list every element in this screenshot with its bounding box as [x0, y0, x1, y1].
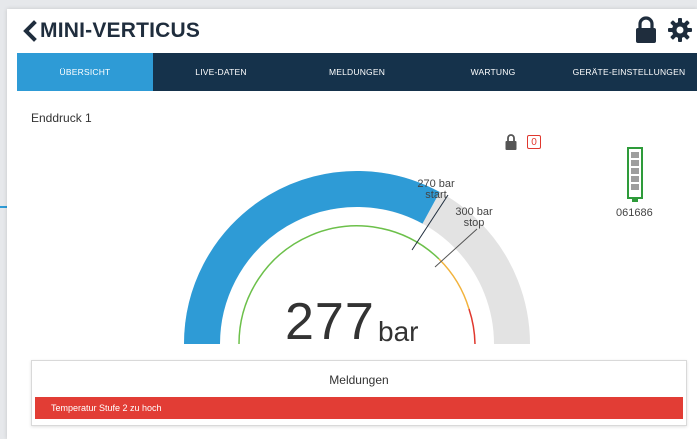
app-window: MINI-VERTICUS Übersicht Live-Daten Meldu… — [7, 9, 697, 439]
lock-icon[interactable] — [504, 133, 518, 151]
gauge-inner-amber — [438, 258, 470, 310]
stop-marker-label: 300 bar stop — [449, 207, 499, 229]
pressure-unit: bar — [378, 316, 419, 347]
messages-panel: Meldungen Temperatur Stufe 2 zu hoch — [31, 360, 687, 426]
gauge-inner-red — [468, 308, 476, 345]
messages-title: Meldungen — [329, 373, 389, 387]
start-marker-text: start — [425, 189, 447, 201]
device-id: 061686 — [616, 207, 653, 219]
counter-badge[interactable]: 0 — [527, 135, 541, 149]
start-marker-label: 270 bar start — [412, 179, 460, 201]
device-level-icon — [627, 147, 643, 202]
alert-message[interactable]: Temperatur Stufe 2 zu hoch — [35, 397, 683, 419]
pressure-value: 277 — [285, 293, 375, 351]
stop-marker-text: stop — [463, 217, 485, 229]
